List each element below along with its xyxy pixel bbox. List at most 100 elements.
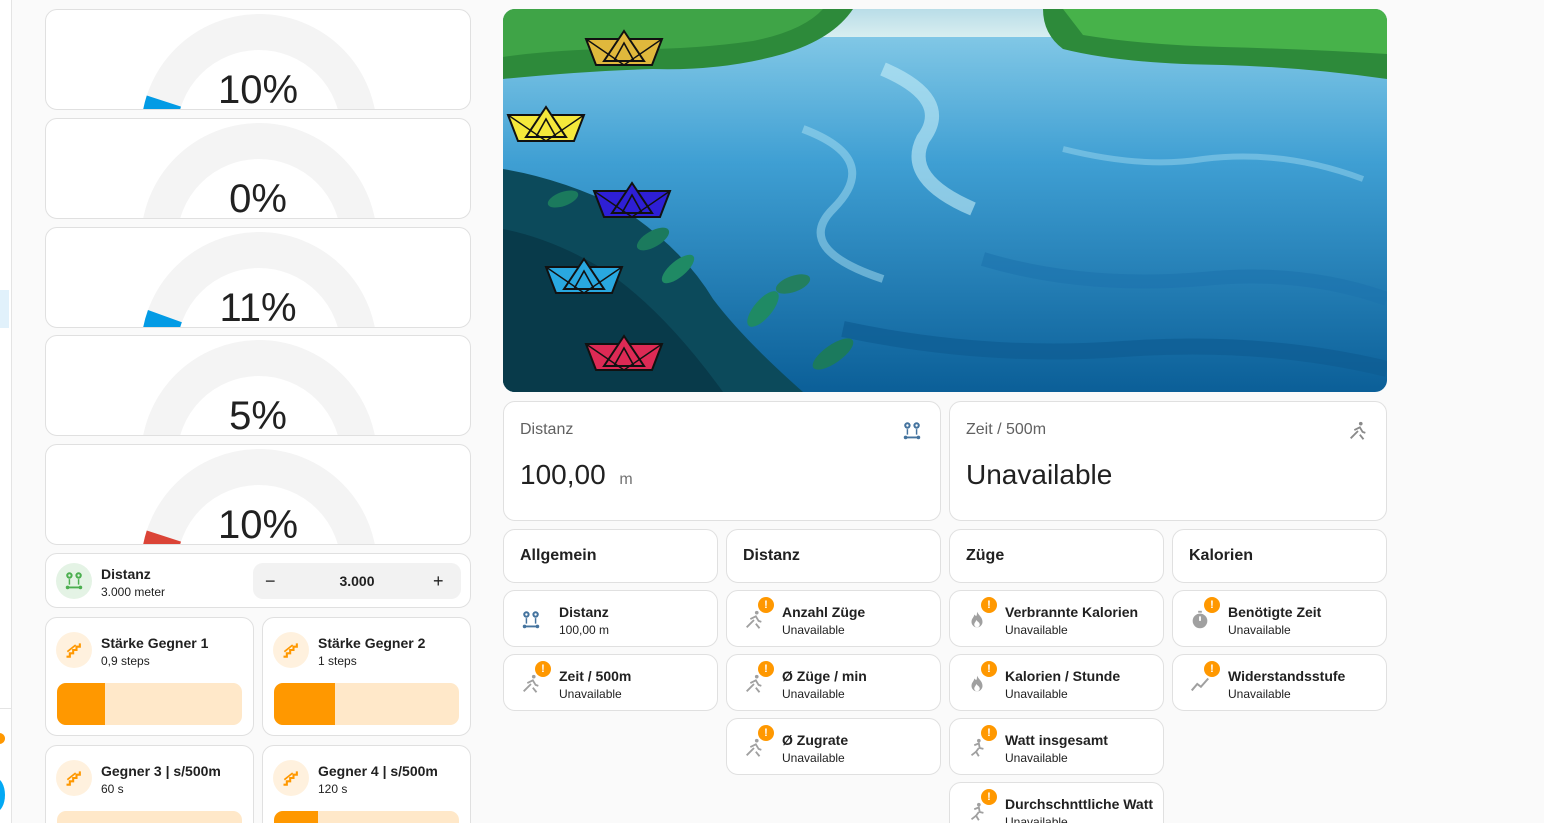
entity-tile[interactable]: Distanz 100,00 m [503,590,718,647]
column-header: Züge [966,547,1005,564]
warning-badge-icon: ! [981,597,997,613]
map-marker-distance-icon [520,609,542,631]
opponent-slider-fill [57,683,106,725]
entity-state: Unavailable [1228,687,1291,701]
entity-name: Kalorien / Stunde [1005,668,1121,684]
distance-stat-title: Distanz [520,421,574,438]
gauge-card[interactable]: 0% [45,118,471,219]
stairs-icon [56,632,92,668]
opponent-slider[interactable] [57,811,242,823]
warning-badge-icon: ! [1204,597,1220,613]
opponent-slider[interactable] [274,811,459,823]
entity-state: Unavailable [1005,623,1068,637]
warning-badge-icon: ! [1204,661,1220,677]
entity-state: Unavailable [782,623,845,637]
rowing-icon [520,673,542,695]
opponent-slider-fill [274,683,336,725]
gauge-card[interactable]: 11% [45,227,471,328]
river-scene [503,9,1387,392]
entity-tile[interactable]: ! Anzahl Züge Unavailable [726,590,941,647]
warning-badge-icon: ! [981,789,997,805]
warning-badge-icon: ! [981,661,997,677]
run-icon [966,801,988,823]
entity-state: Unavailable [1005,815,1068,823]
stairs-icon [273,760,309,796]
opponent-name: Gegner 3 | s/500m [101,763,221,779]
entity-tile[interactable]: ! Ø Zugrate Unavailable [726,718,941,775]
entity-state: Unavailable [1005,751,1068,765]
map-marker-distance-icon [901,420,925,444]
gauge-card[interactable]: 10% [45,444,471,545]
entity-tile[interactable]: ! Widerstandsstufe Unavailable [1172,654,1387,711]
entity-name: Widerstandsstufe [1228,668,1346,684]
distance-input-sub: 3.000 meter [101,585,166,599]
opponent-name: Stärke Gegner 1 [101,635,209,651]
opponent-slider-fill [274,811,319,823]
fire-icon [966,609,988,631]
entity-name: Verbrannte Kalorien [1005,604,1139,620]
entity-tile[interactable]: ! Verbrannte Kalorien Unavailable [949,590,1164,647]
opponent-card[interactable]: Gegner 3 | s/500m 60 s [45,745,254,823]
chart-line-icon [1189,673,1211,695]
gauge-card[interactable]: 5% [45,335,471,436]
sidebar-edge [0,0,12,823]
entity-state: Unavailable [1228,623,1291,637]
distance-stat-card[interactable]: Distanz 100,00 m [503,401,941,521]
warning-badge-icon: ! [981,725,997,741]
entity-state: 100,00 m [559,623,610,637]
timer-icon [1189,609,1211,631]
distance-stat-value: 100,00 [520,459,606,490]
stairs-icon [273,632,309,668]
distance-input-value[interactable]: 3.000 [303,563,411,599]
warning-badge-icon: ! [758,725,774,741]
rowing-icon [1347,420,1371,444]
increment-button[interactable]: + [433,563,453,599]
gauge-card[interactable]: 10% [45,9,471,110]
gauge-value: 11% [219,286,297,328]
fire-icon [966,673,988,695]
gauge-value: 10% [217,503,299,545]
opponent-sub: 0,9 steps [101,654,150,668]
entity-tile[interactable]: ! Benötigte Zeit Unavailable [1172,590,1387,647]
distance-stat-unit: m [619,471,633,488]
entity-name: Ø Züge / min [782,668,867,684]
entity-tile[interactable]: ! Watt insgesamt Unavailable [949,718,1164,775]
opponent-sub: 60 s [101,782,124,796]
opponent-card[interactable]: Stärke Gegner 1 0,9 steps [45,617,254,736]
opponent-slider[interactable] [57,683,242,725]
opponent-slider[interactable] [274,683,459,725]
sidebar-selected-item[interactable] [0,290,9,328]
distance-input-name: Distanz [101,566,151,582]
column-header-card: Kalorien [1172,529,1387,583]
entity-name: Benötigte Zeit [1228,604,1322,620]
distance-stepper[interactable]: − 3.000 + [253,563,461,599]
gauge-value: 5% [229,394,287,436]
gauge-value: 0% [229,177,287,219]
opponent-name: Gegner 4 | s/500m [318,763,438,779]
entity-name: Durchschnttliche Watt [1005,796,1154,812]
opponent-sub: 120 s [318,782,348,796]
opponent-card[interactable]: Gegner 4 | s/500m 120 s [262,745,471,823]
entity-name: Anzahl Züge [782,604,866,620]
sidebar-divider [0,708,12,709]
distance-number-card: Distanz 3.000 meter − 3.000 + [45,553,471,608]
time-stat-card[interactable]: Zeit / 500m Unavailable [949,401,1387,521]
entity-tile[interactable]: ! Durchschnttliche Watt Unavailable [949,782,1164,823]
warning-badge-icon: ! [758,661,774,677]
entity-state: Unavailable [1005,687,1068,701]
decrement-button[interactable]: − [265,563,285,599]
opponent-card[interactable]: Stärke Gegner 2 1 steps [262,617,471,736]
warning-badge-icon: ! [758,597,774,613]
run-icon [966,737,988,759]
column-header: Distanz [743,547,800,564]
entity-name: Zeit / 500m [559,668,632,684]
time-stat-title: Zeit / 500m [966,421,1047,438]
entity-state: Unavailable [559,687,622,701]
entity-tile[interactable]: ! Zeit / 500m Unavailable [503,654,718,711]
entity-tile[interactable]: ! Ø Züge / min Unavailable [726,654,941,711]
rowing-icon [743,609,765,631]
rowing-icon [743,673,765,695]
entity-tile[interactable]: ! Kalorien / Stunde Unavailable [949,654,1164,711]
map-marker-distance-icon [56,563,92,599]
entity-state: Unavailable [782,687,845,701]
